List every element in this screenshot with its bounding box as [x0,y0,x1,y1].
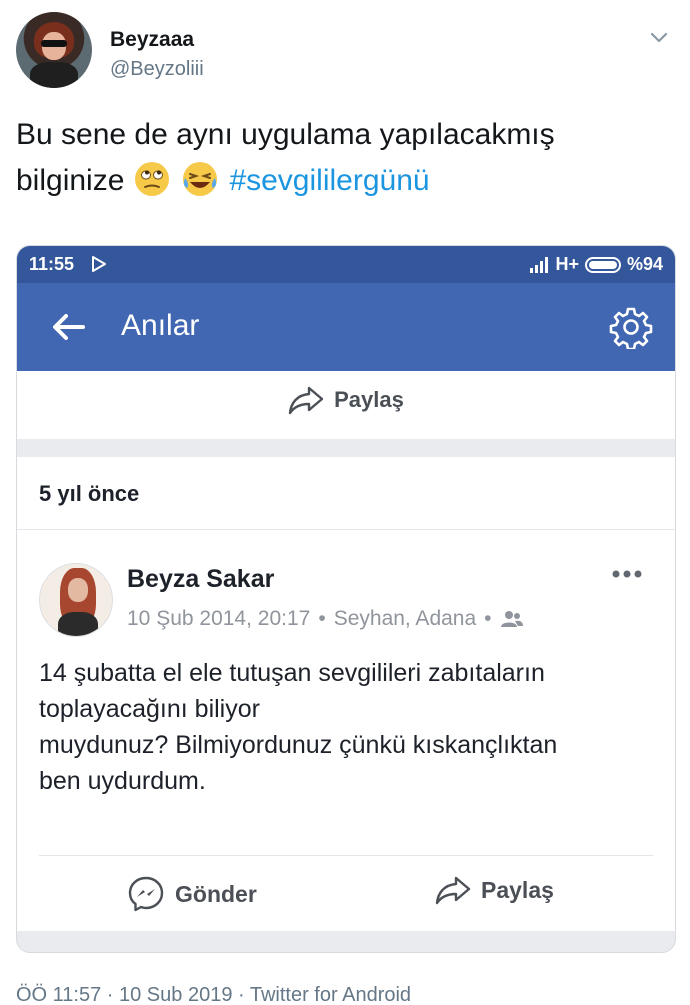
post-meta: 10 Şub 2014, 20:17 • Seyhan, Adana • [127,607,524,631]
user-handle[interactable]: @Beyzoliii [110,58,204,81]
post-text-line: 14 şubatta el ele tutuşan sevgilileri za… [39,659,545,687]
tweet-timestamp[interactable]: ÖÖ 11:57 · 10 Sub 2019 · Twitter for And… [16,984,411,1005]
post-author-avatar[interactable] [39,563,113,637]
display-name[interactable]: Beyzaaa [110,28,194,52]
signal-icon [530,256,549,273]
divider [39,855,653,856]
post-author-name[interactable]: Beyza Sakar [127,565,274,594]
battery-icon [584,256,621,273]
post-share-label: Paylaş [481,876,554,903]
app-bar: Anılar [17,283,675,371]
post-text-line: toplayacağını biliyor [39,695,260,723]
post-location[interactable]: Seyhan, Adana [334,607,476,631]
top-share-button[interactable]: Paylaş [17,385,675,415]
post-text: 14 şubatta el ele tutuşan sevgilileri za… [39,655,659,799]
chevron-down-icon[interactable] [648,26,670,48]
post-text-line: muydunuz? Bilmiyordunuz çünkü kıskançlık… [39,731,558,759]
phone-status-bar: 11:55 H+ %94 [17,246,675,283]
tweet-header: Beyzaaa @Beyzoliii [16,12,676,92]
years-ago-label: 5 yıl önce [39,481,140,506]
tweet-text-line-2: bilginize #sevgililergünü [16,158,656,204]
eye-roll-emoji-icon [134,162,169,196]
laughing-crying-emoji-icon [183,162,218,196]
user-avatar[interactable] [16,12,92,88]
attached-screenshot[interactable]: 11:55 H+ %94 Anılar Paylaş 5 yıl önce Be… [16,245,676,953]
tweet-text-prefix: bilginize [16,164,125,197]
tweet-text: Bu sene de aynı uygulama yapılacakmış bi… [16,112,656,204]
page-title: Anılar [121,309,200,342]
play-store-icon [92,256,106,272]
tweet-text-line-1: Bu sene de aynı uygulama yapılacakmış [16,118,555,151]
post-date[interactable]: 10 Şub 2014, 20:17 [127,607,310,631]
post-actions: Gönder Paylaş [39,857,653,927]
send-label: Gönder [175,880,257,907]
status-right: H+ %94 [529,254,663,275]
battery-level: %94 [626,254,663,274]
hashtag-link[interactable]: #sevgililergünü [229,164,429,197]
status-time: 11:55 [29,254,75,274]
send-button[interactable]: Gönder [127,875,257,913]
divider [17,529,675,530]
top-share-label: Paylaş [334,387,404,412]
messenger-icon [128,876,164,912]
gear-icon[interactable] [609,305,653,349]
friends-icon [500,611,523,627]
share-icon [288,386,324,415]
top-share-row: Paylaş [17,371,675,439]
memory-card: 5 yıl önce Beyza Sakar 10 Şub 2014, 20:1… [17,457,675,931]
network-type: H+ [555,254,579,274]
share-icon [435,876,471,905]
post-text-line: ben uydurdum. [39,767,206,795]
post-share-button[interactable]: Paylaş [435,875,554,905]
more-options-icon[interactable] [611,569,643,579]
back-arrow-icon[interactable] [51,313,85,341]
